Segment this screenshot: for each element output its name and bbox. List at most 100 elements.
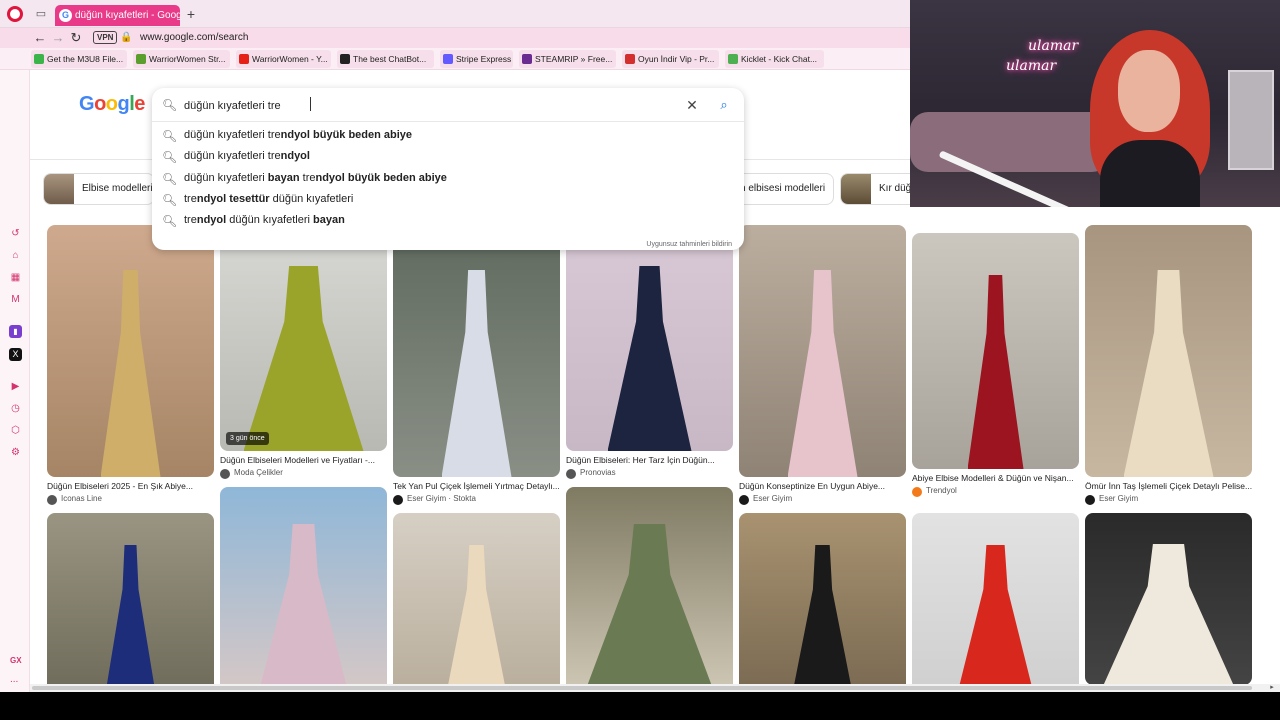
bookmark-favicon-icon [34, 54, 44, 64]
suggestion-completion: bayan [267, 172, 300, 184]
url-field[interactable]: www.google.com/search [140, 31, 248, 45]
result-title[interactable]: Ömür İnn Taş İşlemeli Çiçek Detaylı Peli… [1085, 481, 1252, 491]
lock-icon[interactable]: 🔒 [120, 31, 132, 45]
settings-icon[interactable]: ⚙ [9, 446, 22, 459]
scroll-right-arrow[interactable]: ▸ [1268, 684, 1276, 692]
chip-elbise-modelleri[interactable]: Elbise modelleri [43, 173, 155, 205]
clock-icon[interactable]: ◷ [9, 402, 22, 415]
bookmark-item[interactable]: Stripe Express [440, 50, 513, 68]
vpn-badge[interactable]: VPN [93, 31, 118, 44]
source-name: Eser Giyim [1099, 494, 1139, 503]
bookmark-item[interactable]: The best ChatBot... [337, 50, 434, 68]
result-image[interactable] [739, 225, 906, 477]
result-image[interactable] [1085, 225, 1252, 477]
result-image[interactable] [1085, 513, 1252, 685]
dress-figure [967, 275, 1024, 469]
result-image[interactable]: 3 gün önce [220, 225, 387, 451]
tab-google-search[interactable]: G düğün kıyafetleri - Google [55, 5, 180, 26]
bookmark-favicon-icon [522, 54, 532, 64]
result-image[interactable] [220, 487, 387, 693]
result-source[interactable]: Eser Giyim [739, 494, 906, 505]
extensions-icon[interactable]: ⬡ [9, 424, 22, 437]
bookmark-item[interactable]: Oyun İndir Vip - Pr... [622, 50, 719, 68]
result-image[interactable] [739, 513, 906, 693]
suggestion-item[interactable]: 🔍︎ düğün kıyafetleri bayan trendyol büyük… [152, 168, 744, 189]
suggestion-item[interactable]: 🔍︎ trendyol düğün kıyafetleri bayan [152, 210, 744, 231]
suggestion-completion: bayan [313, 214, 345, 226]
google-favicon-icon: G [59, 9, 72, 22]
result-image[interactable] [912, 513, 1079, 693]
chip-kir-dugun[interactable]: Kır düğ [840, 173, 910, 205]
scrollbar-thumb[interactable] [32, 686, 1252, 690]
suggestion-completion: ndyol tesettür [196, 193, 270, 205]
dress-figure [441, 270, 512, 477]
bookmark-label: Oyun İndir Vip - Pr... [638, 54, 715, 64]
source-favicon-icon [566, 469, 576, 479]
result-source[interactable]: Eser Giyim [1085, 494, 1252, 505]
source-name: Moda Çelikler [234, 468, 283, 477]
result-image[interactable] [566, 225, 733, 451]
google-logo[interactable]: Google [79, 93, 145, 116]
gx-corner-label[interactable]: GX [10, 656, 22, 665]
source-favicon-icon [739, 495, 749, 505]
twitch-icon[interactable]: ▮ [9, 325, 22, 338]
result-source[interactable]: Trendyol [912, 486, 1079, 497]
suggestion-completion: ndyol [280, 150, 310, 162]
bookmark-item[interactable]: WarriorWomen Str... [133, 50, 230, 68]
result-image[interactable] [912, 233, 1079, 469]
more-icon[interactable]: ... [10, 674, 18, 685]
bookmark-item[interactable]: Get the M3U8 File... [31, 50, 127, 68]
report-predictions-link[interactable]: Uygunsuz tahminleri bildirin [646, 241, 732, 248]
shopping-icon[interactable]: ⌂ [9, 249, 22, 262]
result-source[interactable]: Moda Çelikler [220, 468, 387, 479]
result-image[interactable] [566, 487, 733, 693]
suggestion-item[interactable]: 🔍︎ düğün kıyafetleri trendyol [152, 146, 744, 167]
suggestion-item[interactable]: 🔍︎ trendyol tesettür düğün kıyafetleri [152, 189, 744, 210]
neon-sign: ulamar [1006, 58, 1057, 74]
chip-label: Kır düğ [879, 183, 910, 194]
result-title[interactable]: Düğün Elbiseleri Modelleri ve Fiyatları … [220, 455, 387, 465]
result-title[interactable]: Düğün Konseptinize En Uygun Abiye... [739, 481, 906, 491]
search-icon: 🔍︎ [162, 172, 178, 186]
x-icon[interactable]: X [9, 348, 22, 361]
result-image[interactable] [47, 513, 214, 693]
history-icon[interactable]: ↺ [9, 227, 22, 240]
suggestion-text: tre [184, 193, 197, 205]
result-source[interactable]: Eser Giyim · Stokta [393, 494, 560, 505]
result-title[interactable]: Düğün Elbiseleri 2025 - En Şık Abiye... [47, 481, 214, 491]
search-box: 🔍︎ ✕ ⌕ 🔍︎düğün kıyafetleri trendyol büyü… [152, 88, 744, 250]
dress-figure [792, 545, 853, 693]
bookmark-favicon-icon [443, 54, 453, 64]
player-icon[interactable]: ▶ [9, 380, 22, 393]
tab-islands-icon[interactable]: ▭ [33, 6, 49, 22]
bookmark-item[interactable]: STEAMRIP » Free... [519, 50, 616, 68]
back-button[interactable]: ← [32, 30, 48, 46]
suggestion-text: düğün kıyafetleri tre [184, 150, 281, 162]
result-image[interactable] [47, 225, 214, 477]
result-image[interactable] [393, 513, 560, 693]
opera-logo-icon[interactable] [7, 6, 23, 22]
clear-search-button[interactable]: ✕ [684, 97, 700, 113]
bookmark-label: Get the M3U8 File... [47, 54, 124, 64]
result-image[interactable] [393, 225, 560, 477]
result-title[interactable]: Tek Yan Pul Çiçek İşlemeli Yırtmaç Detay… [393, 481, 560, 491]
pinboard-icon[interactable]: ▦ [9, 271, 22, 284]
suggestion-completion: ndyol büyük beden abiye [280, 129, 413, 141]
result-source[interactable]: Iconas Line [47, 494, 214, 505]
result-source[interactable]: Pronovias [566, 468, 733, 479]
mail-icon[interactable]: M [9, 293, 22, 306]
reload-button[interactable]: ↻ [68, 30, 84, 46]
forward-button[interactable]: → [50, 30, 66, 46]
suggestion-item[interactable]: 🔍︎ düğün kıyafetleri trendyol büyük beden… [152, 125, 744, 146]
new-tab-button[interactable]: + [184, 7, 198, 21]
result-title[interactable]: Düğün Elbiseleri: Her Tarz İçin Düğün... [566, 455, 733, 465]
bookmark-item[interactable]: WarriorWomen - Y... [236, 50, 331, 68]
bookmark-favicon-icon [625, 54, 635, 64]
search-input[interactable] [184, 97, 664, 115]
suggestion-completion: ndyol büyük beden abiye [315, 172, 447, 184]
horizontal-scrollbar[interactable]: ▸ [30, 684, 1280, 692]
bookmark-item[interactable]: Kicklet - Kick Chat... [725, 50, 824, 68]
source-name: Eser Giyim [753, 494, 793, 503]
search-submit-button[interactable]: ⌕ [716, 97, 732, 113]
result-title[interactable]: Abiye Elbise Modelleri & Düğün ve Nişan.… [912, 473, 1079, 483]
